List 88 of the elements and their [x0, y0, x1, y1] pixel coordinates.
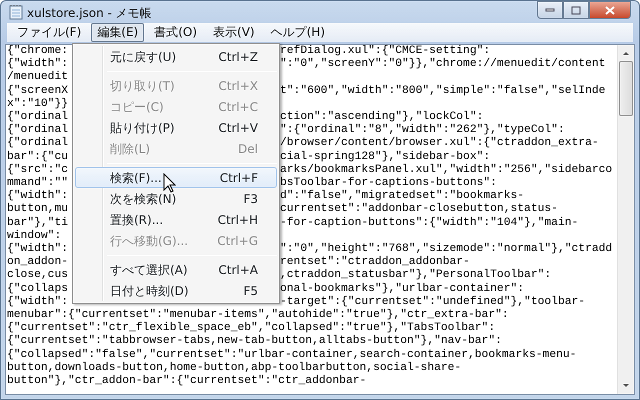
text-line: {"width":: [7, 58, 70, 70]
close-icon: [605, 6, 615, 14]
shortcut-label: Ctrl+F: [220, 170, 258, 186]
text-line: {"collaps: [7, 282, 70, 296]
text-line: {"currentset":"ctr_flexible_space_eb","collapsed":"true"},"TabsToolbar":: [7, 322, 496, 334]
text-line: {"collapsed":"false","currentset":"urlbar-container,search-container,bookmarks-menu-: [7, 348, 576, 362]
text-line: ,ctraddon_statusbar"},"PersonalToolbar":: [280, 269, 552, 282]
menu-item-label: 切り取り(T): [110, 78, 175, 94]
minimize-button[interactable]: [537, 1, 563, 19]
menu-item-label: コピー(C): [110, 98, 164, 116]
text-line: /menuedit: [7, 71, 68, 84]
text-line: button"},"ctr_addon-bar":{"currentset":"ctr_addonbar-: [7, 375, 366, 388]
maximize-button[interactable]: [563, 1, 589, 19]
menu-item[interactable]: 書式(O): [148, 23, 204, 42]
menu-item[interactable]: ヘルプ(H): [264, 23, 331, 42]
menu-item[interactable]: 置換(R)... Ctrl+H: [75, 209, 277, 230]
maximize-icon: [571, 6, 581, 14]
menu-item[interactable]: 日付と時刻(D) F5: [75, 280, 277, 301]
text-line: mmand":"": [7, 177, 70, 190]
shortcut-label: Ctrl+X: [218, 78, 258, 94]
text-line: onal-bookmarks"},"urlbar-container":: [280, 282, 524, 296]
minimize-icon: [545, 8, 555, 12]
shortcut-label: Ctrl+V: [218, 120, 258, 136]
text-line: x":"10"}}: [7, 98, 68, 110]
text-line: {"chrome:: [7, 45, 70, 58]
mouse-cursor-icon: [163, 173, 176, 193]
text-line: {"ordinal: [7, 111, 70, 124]
notepad-icon: [9, 5, 23, 20]
text-line: {"width":: [7, 296, 70, 308]
menu-item[interactable]: 検索(F)... Ctrl+F: [75, 167, 277, 188]
text-line: arks/bookmarksPanel.xul","width":"256","sidebarco: [280, 164, 612, 176]
shortcut-label: Ctrl+H: [218, 212, 258, 228]
menu-item[interactable]: 表示(V): [207, 23, 261, 42]
text-line: rentset":"ctraddon_addonbar-: [280, 256, 470, 268]
menu-item-label: 元に戻す(U): [110, 48, 176, 66]
menu-item[interactable]: すべて選択(A) Ctrl+A: [75, 259, 277, 280]
text-line: d":"false","migratedset":"bookmarks-: [280, 190, 524, 202]
text-line: on_addon-: [7, 256, 70, 268]
text-line: -for-caption-buttons":{"width":"104"},"main-: [280, 216, 578, 230]
text-line: -target":{"currentset":"undefined"},"toolbar-: [280, 296, 586, 308]
shortcut-label: Ctrl+C: [218, 98, 258, 116]
text-line: currentset":"addonbar-closebutton,status-: [280, 203, 558, 216]
text-line: bar"},"ti: [7, 216, 70, 230]
text-line: ":"0","height":"768","sizemode":"normal"},"ctradd: [280, 243, 612, 256]
close-button[interactable]: [589, 1, 631, 19]
text-line: close,cus: [7, 269, 70, 282]
text-line: {"currentset":"tabbrowser-tabs,new-tab-button,alltabs-button"},"nav-bar":: [7, 335, 502, 348]
text-line: ction":"ascending"},"lockCol":: [280, 111, 484, 124]
menu-item-label: 日付と時刻(D): [110, 282, 189, 300]
menu-item[interactable]: ファイル(F): [11, 23, 88, 42]
menu-item[interactable]: 元に戻す(U) Ctrl+Z: [75, 46, 277, 67]
scroll-thumb[interactable]: [619, 61, 633, 116]
text-line: {"src":"c: [7, 164, 70, 176]
text-line: /browser/content/browser.xul":{"ctraddon_extra-: [280, 137, 599, 150]
menu-item-label: 貼り付け(P): [110, 120, 175, 136]
text-line: cial-spring128"},"sidebar-box":: [280, 150, 490, 164]
window-title: xulstore.json - メモ帳: [27, 6, 152, 18]
text-line: menubar":{"currentset":"menubar-items","autohide":"true"},"ctr_extra-bar":: [7, 309, 509, 322]
text-line: {"width":: [7, 243, 70, 256]
menu-item[interactable]: 次を検索(N) F3: [75, 188, 277, 209]
text-line: {"width":: [7, 190, 70, 202]
shortcut-label: Ctrl+A: [218, 262, 258, 278]
text-line: {"ordinal: [7, 124, 70, 136]
menu-item[interactable]: 貼り付け(P) Ctrl+V: [75, 117, 277, 138]
text-line: ":{"ordinal":"8","width":"262"},"typeCol":: [280, 124, 565, 136]
text-line: ":"0","screenY":"0"}},"chrome://menuedit/content: [280, 58, 606, 72]
shortcut-label: F5: [243, 282, 258, 300]
text-line: button,mu: [7, 203, 70, 216]
shortcut-label: Ctrl+Z: [218, 48, 258, 66]
text-line: bsToolbar-for-captions-buttons":: [280, 177, 497, 190]
text-line: button,downloads-button,home-button,abp-toolbarbutton,social-share-: [7, 362, 462, 374]
menu-item-label: すべて選択(A): [110, 262, 188, 278]
shortcut-label: Ctrl+G: [217, 232, 258, 250]
text-line: {"screenX: [7, 84, 70, 98]
menu-item[interactable]: 編集(E): [91, 23, 144, 42]
shortcut-label: Del: [238, 140, 258, 158]
menu-item-label: 削除(L): [110, 140, 150, 158]
menu-item-label: 置換(R)...: [110, 212, 164, 228]
text-line: refDialog.xul":{"CMCE-setting":: [280, 45, 490, 58]
text-line: bar":{"cu: [7, 150, 70, 164]
shortcut-label: F3: [243, 190, 258, 208]
menu-item-label: 次を検索(N): [110, 190, 176, 208]
menu-item-label: 行へ移動(G)...: [110, 232, 188, 250]
text-line: window":: [7, 230, 62, 242]
text-line: {"ordinal: [7, 137, 70, 150]
text-line: t":"600","width":"800","simple":"false","selInde: [280, 84, 606, 98]
menu-item-label: 検索(F)...: [110, 170, 162, 186]
scrollbar[interactable]: [617, 45, 634, 394]
